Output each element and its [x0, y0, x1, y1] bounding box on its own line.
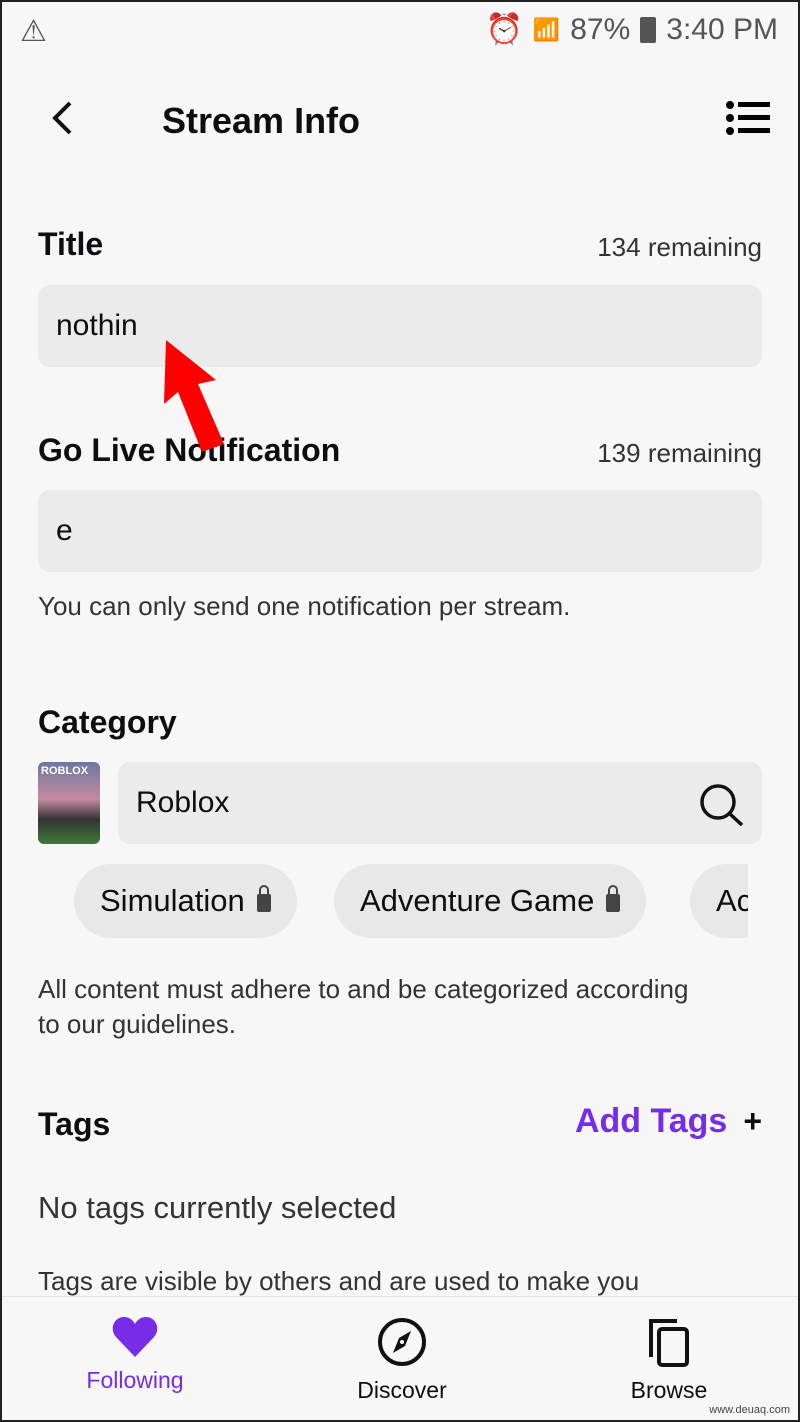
tags-empty-text: No tags currently selected — [38, 1190, 397, 1225]
annotation-arrow — [164, 340, 224, 452]
nav-label: Discover — [357, 1377, 447, 1403]
search-icon[interactable] — [698, 782, 746, 826]
category-thumbnail[interactable]: ROBLOX — [38, 762, 100, 844]
copy-icon — [649, 1319, 689, 1367]
watermark: www.deuaq.com — [709, 1404, 790, 1416]
notification-remaining: 139 remaining — [597, 438, 762, 468]
nav-browse[interactable]: Browse — [569, 1317, 769, 1404]
nav-discover[interactable]: Discover — [302, 1317, 502, 1404]
compass-icon — [378, 1318, 426, 1366]
bottom-nav: Following Discover Browse www.deuaq.com — [2, 1296, 798, 1420]
lock-icon — [256, 885, 271, 912]
title-input[interactable]: nothin — [38, 285, 762, 367]
category-search-input[interactable]: Roblox — [118, 762, 762, 844]
alarm-icon: ⏰ — [485, 13, 523, 46]
warning-icon: ⚠ — [20, 15, 47, 48]
chip-label: Adventure Game — [360, 883, 595, 918]
add-tags-button[interactable]: Add Tags + — [575, 1102, 762, 1141]
battery-icon — [640, 16, 657, 43]
category-value: Roblox — [136, 786, 230, 819]
tags-note: Tags are visible by others and are used … — [38, 1266, 640, 1296]
category-note: All content must adhere to and be catego… — [38, 974, 689, 1039]
chip-label: Ac — [716, 883, 748, 918]
back-icon[interactable] — [50, 100, 76, 136]
add-tags-label: Add Tags — [574, 1102, 728, 1140]
nav-following[interactable]: Following — [35, 1317, 235, 1394]
lock-icon — [606, 885, 621, 912]
battery-percent: 87% — [570, 12, 631, 46]
title-remaining: 134 remaining — [597, 232, 762, 262]
status-bar: ⚠ ⏰ 📶 87% 3:40 PM — [2, 2, 798, 58]
thumbnail-logo: ROBLOX — [41, 765, 89, 777]
page-title: Stream Info — [162, 100, 361, 141]
notification-note: You can only send one notification per s… — [38, 591, 571, 621]
menu-list-icon[interactable] — [726, 100, 770, 136]
category-tag-chip[interactable]: Simulation — [74, 864, 297, 938]
tags-label: Tags — [38, 1106, 111, 1142]
heart-icon — [112, 1317, 158, 1357]
category-tag-chip[interactable]: Ac — [690, 864, 748, 938]
nav-label: Following — [86, 1367, 184, 1393]
title-label: Title — [38, 226, 104, 262]
notification-input[interactable]: e — [38, 490, 762, 572]
clock: 3:40 PM — [666, 12, 778, 46]
nav-label: Browse — [630, 1377, 708, 1403]
category-label: Category — [38, 704, 177, 740]
wifi-signal-icon: 📶 — [532, 16, 561, 42]
chip-label: Simulation — [100, 883, 245, 918]
plus-icon: + — [743, 1103, 762, 1139]
category-tag-chip[interactable]: Adventure Game — [334, 864, 647, 938]
